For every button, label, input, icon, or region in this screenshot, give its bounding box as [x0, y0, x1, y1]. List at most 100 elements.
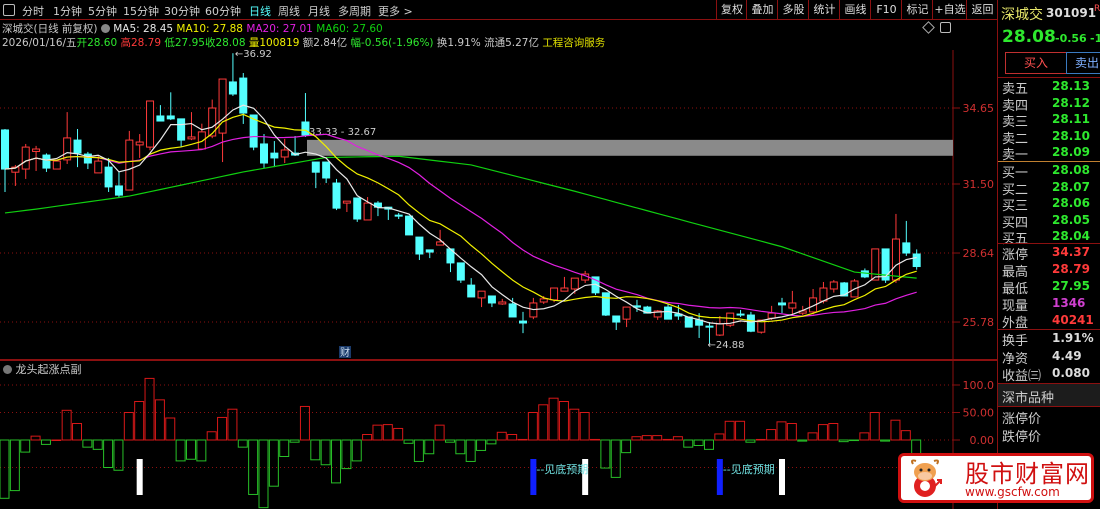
tab-multi-period[interactable]: 多周期: [338, 3, 371, 19]
candle-body: [301, 121, 310, 136]
stat-row: 最低 27.95: [1002, 278, 1100, 297]
indicator-bar: [828, 423, 839, 441]
tab-30min[interactable]: 30分钟: [164, 3, 200, 19]
high-label: 高: [120, 37, 131, 49]
indicator-bar: [185, 439, 196, 460]
indicator-bar: [165, 417, 176, 441]
open-value: 28.60: [87, 37, 118, 49]
indicator-bar: [351, 439, 362, 462]
bid-row: 买一 28.08: [1002, 162, 1100, 181]
kline-chart[interactable]: 34.65 31.50 28.64 25.78 33.33 - 32.67 ←36.92 ←…: [0, 0, 997, 509]
draw-line-button[interactable]: 画线: [839, 0, 871, 19]
candle: [394, 212, 403, 219]
candle-body: [456, 262, 465, 281]
candle: [871, 248, 880, 281]
panel-toggle-icon[interactable]: [940, 22, 951, 33]
candle: [270, 141, 279, 168]
limit-down-label: 跌停价: [1002, 430, 1042, 445]
price-tick-label: 25.78: [963, 316, 995, 329]
indicator-bar: [382, 424, 393, 441]
ma10-value: MA10: 27.88: [176, 23, 243, 35]
indicator-bar: [175, 439, 186, 462]
tab-daily[interactable]: 日线: [249, 3, 271, 19]
price-band: [307, 139, 953, 156]
indicator-bar: [900, 430, 911, 441]
window-icon[interactable]: [3, 4, 15, 16]
row-value: 28.79: [1052, 262, 1090, 276]
indicator-bar: [434, 424, 445, 441]
sell-button[interactable]: 卖出: [1066, 52, 1100, 74]
tab-fenshi[interactable]: 分时: [22, 3, 44, 19]
indicator-bar: [237, 439, 248, 448]
candle: [487, 295, 496, 308]
mark-button[interactable]: 标记: [901, 0, 933, 19]
tab-more[interactable]: 更多 >: [378, 3, 413, 19]
back-button[interactable]: 返回: [966, 0, 998, 19]
collapse-icon[interactable]: [3, 365, 12, 374]
indicator-bar: [527, 412, 538, 441]
candle-body: [104, 166, 113, 188]
indicator-bar: [20, 439, 31, 453]
candle: [612, 315, 621, 330]
candle-body: [664, 306, 673, 320]
indicator-bar: [610, 439, 621, 478]
settings-icon[interactable]: [100, 24, 110, 33]
row-value: 28.08: [1052, 163, 1090, 177]
candle: [498, 298, 507, 305]
tab-5min[interactable]: 5分钟: [88, 3, 117, 19]
candle-body: [94, 160, 103, 174]
indicator-bar: [134, 401, 145, 441]
candle-body: [42, 154, 51, 169]
tab-weekly[interactable]: 周线: [278, 3, 300, 19]
indicator-tick-label: 100.0: [963, 379, 995, 392]
row-value: 1346: [1052, 296, 1086, 310]
row-value: 28.04: [1052, 229, 1090, 243]
candle-body: [187, 136, 196, 140]
tab-15min[interactable]: 15分钟: [123, 3, 159, 19]
indicator-bar: [714, 433, 725, 441]
indicator-bar: [693, 439, 704, 446]
candle: [187, 112, 196, 141]
candle-body: [21, 146, 30, 170]
add-watchlist-button[interactable]: +自选: [932, 0, 967, 19]
candle: [146, 100, 155, 151]
candle: [809, 288, 818, 315]
bid-row: 买二 28.07: [1002, 179, 1100, 198]
candle-body: [146, 100, 155, 148]
candle-body: [208, 107, 217, 137]
row-label: 净资: [1002, 351, 1029, 367]
candle: [560, 276, 569, 292]
indicator-bar: [590, 438, 601, 441]
row-value: 28.06: [1052, 196, 1090, 210]
sector-link[interactable]: 工程咨询服务: [542, 37, 605, 49]
indicator-bar: [579, 412, 590, 441]
indicator-bar: [61, 409, 72, 441]
candle-body: [135, 141, 144, 146]
f10-button[interactable]: F10: [870, 0, 902, 19]
ma-legend: 深城交(日线 前复权) MA5: 28.45 MA10: 27.88 MA20:…: [2, 21, 383, 36]
multi-stock-button[interactable]: 多股: [777, 0, 809, 19]
open-label: 开: [76, 37, 88, 49]
candle: [52, 160, 61, 170]
amount-value: 额2.84亿: [302, 37, 348, 49]
tab-1min[interactable]: 1分钟: [53, 3, 82, 19]
price-tick-label: 28.64: [963, 247, 995, 260]
indicator-bar: [196, 439, 207, 462]
overlay-button[interactable]: 叠加: [746, 0, 778, 19]
candle-body: [228, 81, 237, 95]
statistics-button[interactable]: 统计: [808, 0, 840, 19]
candle-body: [715, 323, 724, 336]
price-tick-label: 34.65: [963, 102, 995, 115]
indicator-bar: [797, 439, 808, 442]
fuquan-button[interactable]: 复权: [716, 0, 747, 19]
candle: [467, 278, 476, 298]
indicator-bar: [600, 439, 611, 469]
indicator-bar: [103, 439, 114, 468]
buy-button[interactable]: 买入: [1005, 52, 1067, 74]
tab-monthly[interactable]: 月线: [308, 3, 330, 19]
tab-60min[interactable]: 60分钟: [205, 3, 241, 19]
indicator-bar: [0, 439, 10, 499]
candle-body: [197, 131, 206, 150]
candle-body: [912, 253, 921, 268]
indicator-bar: [227, 408, 238, 441]
